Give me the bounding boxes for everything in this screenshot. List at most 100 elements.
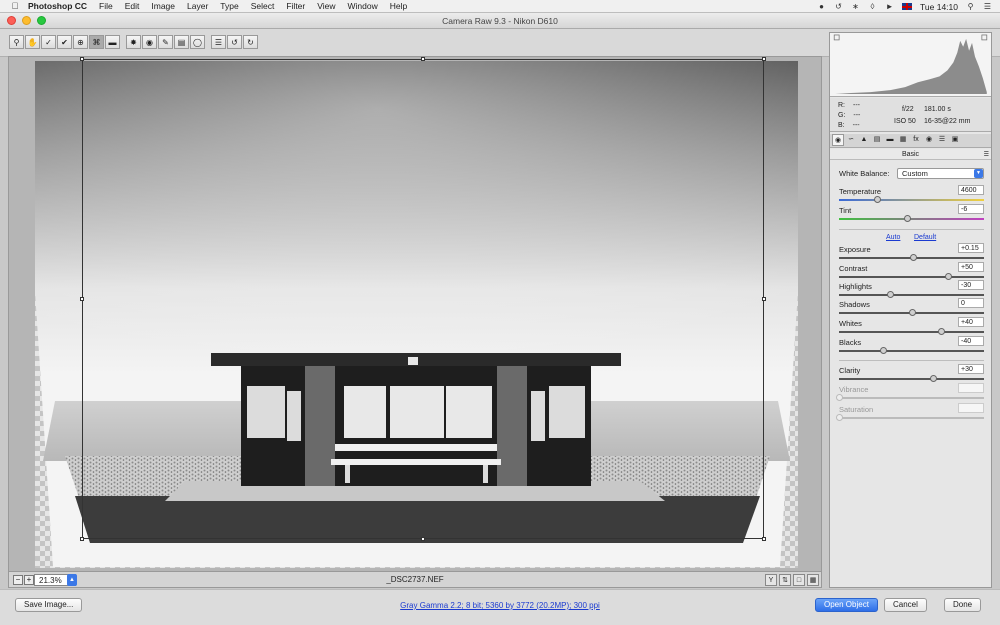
- whites-track[interactable]: [839, 328, 984, 335]
- image-preview[interactable]: [8, 56, 822, 572]
- shadows-field[interactable]: 0: [958, 298, 984, 308]
- tab-snapshots-icon[interactable]: ▣: [949, 134, 961, 146]
- notifications-icon[interactable]: ☰: [983, 2, 992, 11]
- graduated-filter-tool-icon[interactable]: ▤: [174, 35, 189, 49]
- exposure-field[interactable]: +0.15: [958, 243, 984, 253]
- clarity-track[interactable]: [839, 375, 984, 382]
- crop-overlay[interactable]: [80, 57, 766, 541]
- temperature-field[interactable]: 4600: [958, 185, 984, 195]
- crop-handle[interactable]: [421, 537, 425, 541]
- blacks-thumb[interactable]: [879, 347, 887, 354]
- preferences-icon[interactable]: ☰: [211, 35, 226, 49]
- cancel-button[interactable]: Cancel: [884, 598, 927, 612]
- whites-thumb[interactable]: [937, 328, 945, 335]
- clock[interactable]: Tue 14:10: [920, 2, 958, 12]
- blacks-track[interactable]: [839, 347, 984, 354]
- white-balance-tool-icon[interactable]: ✓: [41, 35, 56, 49]
- temperature-thumb[interactable]: [873, 196, 881, 203]
- exposure-track[interactable]: [839, 254, 984, 261]
- done-button[interactable]: Done: [944, 598, 982, 612]
- blacks-field[interactable]: -40: [958, 336, 984, 346]
- bluetooth-icon[interactable]: ∗: [851, 2, 860, 11]
- panel-menu-icon[interactable]: ☰: [984, 150, 989, 161]
- copy-settings-icon[interactable]: □: [793, 574, 805, 586]
- histogram: [830, 33, 991, 97]
- crop-handle[interactable]: [762, 297, 766, 301]
- hand-tool-icon[interactable]: ✋: [25, 35, 40, 49]
- wifi-icon[interactable]: ◊: [868, 2, 877, 11]
- tab-basic-icon[interactable]: ◉: [832, 134, 844, 146]
- highlights-track[interactable]: [839, 291, 984, 298]
- tab-tone-curve-icon[interactable]: ∽: [845, 134, 857, 146]
- tab-split-toning-icon[interactable]: ▬: [884, 134, 896, 146]
- shadows-thumb[interactable]: [908, 309, 916, 316]
- app-menu[interactable]: Photoshop CC: [28, 1, 87, 11]
- rotate-ccw-icon[interactable]: ↺: [227, 35, 242, 49]
- color-sampler-tool-icon[interactable]: ✔: [57, 35, 72, 49]
- tint-thumb[interactable]: [904, 215, 912, 222]
- menu-type[interactable]: Type: [220, 1, 238, 11]
- temperature-label: Temperature: [839, 187, 882, 196]
- contrast-field[interactable]: +50: [958, 262, 984, 272]
- toggle-settings-icon[interactable]: ▦: [807, 574, 819, 586]
- time-machine-icon[interactable]: ↺: [834, 2, 843, 11]
- exposure-label: Exposure: [839, 245, 871, 254]
- whites-field[interactable]: +40: [958, 317, 984, 327]
- menu-view[interactable]: View: [317, 1, 335, 11]
- tint-track[interactable]: [839, 215, 984, 222]
- crop-handle[interactable]: [762, 57, 766, 61]
- crop-handle[interactable]: [80, 57, 84, 61]
- crop-handle[interactable]: [80, 537, 84, 541]
- contrast-thumb[interactable]: [944, 273, 952, 280]
- auto-link[interactable]: Auto: [886, 234, 900, 241]
- default-link[interactable]: Default: [914, 234, 936, 241]
- tint-field[interactable]: -6: [958, 204, 984, 214]
- menu-window[interactable]: Window: [348, 1, 378, 11]
- tab-hsl-icon[interactable]: ▤: [871, 134, 883, 146]
- zoom-tool-icon[interactable]: ⚲: [9, 35, 24, 49]
- clarity-field[interactable]: +30: [958, 364, 984, 374]
- straighten-tool-icon[interactable]: ▬: [105, 35, 120, 49]
- highlights-field[interactable]: -30: [958, 280, 984, 290]
- tab-presets-icon[interactable]: ☰: [936, 134, 948, 146]
- red-eye-tool-icon[interactable]: ◉: [142, 35, 157, 49]
- creative-cloud-icon[interactable]: ●: [817, 2, 826, 11]
- tab-fx-icon[interactable]: fx: [910, 134, 922, 146]
- swap-icon[interactable]: ⇅: [779, 574, 791, 586]
- clarity-thumb[interactable]: [930, 375, 938, 382]
- white-balance-select[interactable]: Custom ▼: [897, 168, 984, 179]
- crop-handle[interactable]: [421, 57, 425, 61]
- exposure-thumb[interactable]: [909, 254, 917, 261]
- crop-handle[interactable]: [80, 297, 84, 301]
- spot-removal-tool-icon[interactable]: ✸: [126, 35, 141, 49]
- crop-tool-icon[interactable]: ⌘: [89, 35, 104, 49]
- search-icon[interactable]: ⚲: [966, 2, 975, 11]
- menu-layer[interactable]: Layer: [187, 1, 208, 11]
- volume-icon[interactable]: ►: [885, 2, 894, 11]
- maximize-window-button[interactable]: [37, 16, 46, 25]
- menu-select[interactable]: Select: [251, 1, 275, 11]
- before-after-icon[interactable]: Y: [765, 574, 777, 586]
- contrast-track[interactable]: [839, 273, 984, 280]
- menu-help[interactable]: Help: [390, 1, 407, 11]
- menu-image[interactable]: Image: [151, 1, 175, 11]
- temperature-track[interactable]: [839, 196, 984, 203]
- input-source-flag-icon[interactable]: [902, 3, 913, 10]
- minimize-window-button[interactable]: [22, 16, 31, 25]
- apple-icon[interactable]: : [10, 1, 20, 11]
- close-window-button[interactable]: [7, 16, 16, 25]
- targeted-adjustment-tool-icon[interactable]: ⊕: [73, 35, 88, 49]
- tab-camera-calibration-icon[interactable]: ◉: [923, 134, 935, 146]
- open-object-button[interactable]: Open Object: [815, 598, 878, 612]
- tab-detail-icon[interactable]: ▲: [858, 134, 870, 146]
- menu-edit[interactable]: Edit: [125, 1, 140, 11]
- rotate-cw-icon[interactable]: ↻: [243, 35, 258, 49]
- menu-filter[interactable]: Filter: [286, 1, 305, 11]
- radial-filter-tool-icon[interactable]: ◯: [190, 35, 205, 49]
- tab-lens-icon[interactable]: ▦: [897, 134, 909, 146]
- crop-handle[interactable]: [762, 537, 766, 541]
- adjustment-brush-tool-icon[interactable]: ✎: [158, 35, 173, 49]
- shadows-track[interactable]: [839, 309, 984, 316]
- highlights-thumb[interactable]: [886, 291, 894, 298]
- menu-file[interactable]: File: [99, 1, 113, 11]
